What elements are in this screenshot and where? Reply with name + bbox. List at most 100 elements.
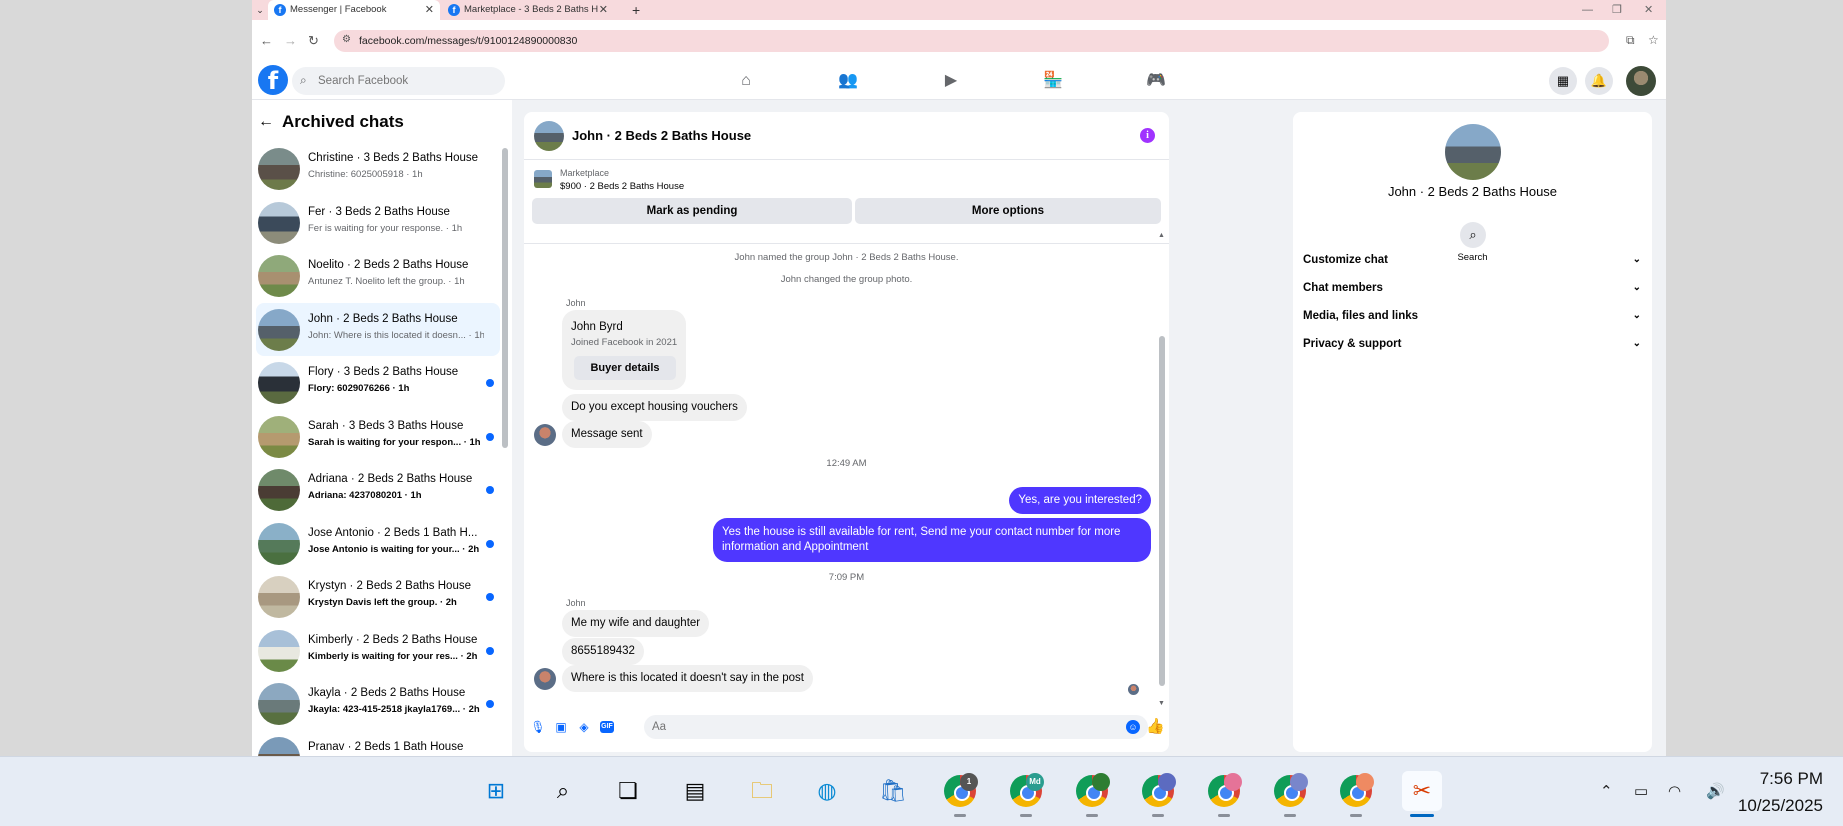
chat-list-item[interactable]: Fer · 3 Beds 2 Baths House Fer is waiting… xyxy=(256,196,500,250)
search-in-conversation-icon[interactable]: ⌕ xyxy=(1460,222,1486,248)
battery-icon[interactable]: ▭ xyxy=(1634,782,1648,800)
conversation-title[interactable]: John · 2 Beds 2 Baths House xyxy=(572,112,751,160)
url-text[interactable]: facebook.com/messages/t/9100124890000830 xyxy=(359,30,577,52)
search-icon[interactable]: ⌕ xyxy=(543,771,583,811)
sticker-icon[interactable]: ◈ xyxy=(576,719,592,735)
windows-start-icon[interactable]: ⊞ xyxy=(476,771,516,811)
chat-list-item[interactable]: Jose Antonio · 2 Beds 1 Bath H... Jose An… xyxy=(256,517,500,571)
microsoft-store-icon[interactable]: 🛍 xyxy=(873,771,913,811)
incoming-message[interactable]: Me my wife and daughter xyxy=(562,610,710,637)
section-privacy-support[interactable]: Privacy & support ⌄ xyxy=(1303,330,1643,358)
tab-search-chevron-icon[interactable]: ⌄ xyxy=(252,0,268,20)
new-tab-button[interactable]: + xyxy=(632,0,640,20)
wifi-icon[interactable]: ◠ xyxy=(1668,782,1681,800)
menu-grid-icon[interactable]: ▦ xyxy=(1549,67,1577,95)
omnibox[interactable]: ⚙ facebook.com/messages/t/91001248900008… xyxy=(334,30,1609,52)
incoming-message[interactable]: Where is this located it doesn't say in … xyxy=(562,665,813,692)
group-photo[interactable] xyxy=(1445,124,1501,180)
bookmark-star-icon[interactable]: ☆ xyxy=(1648,33,1659,47)
volume-icon[interactable]: 🔊 xyxy=(1706,782,1725,800)
section-media-files-links[interactable]: Media, files and links ⌄ xyxy=(1303,302,1643,330)
tab-messenger[interactable]: f Messenger | Facebook ✕ xyxy=(268,0,440,20)
home-icon[interactable]: ⌂ xyxy=(735,70,757,92)
sender-avatar[interactable] xyxy=(534,668,556,690)
listing-title[interactable]: $900 · 2 Beds 2 Baths House xyxy=(560,181,684,192)
chat-list-item[interactable]: Jkayla · 2 Beds 2 Baths House Jkayla: 423… xyxy=(256,677,500,731)
emoji-icon[interactable]: ☺ xyxy=(1126,720,1140,734)
section-customize-chat[interactable]: Customize chat ⌄ xyxy=(1303,246,1643,274)
chrome-profile-4-icon[interactable] xyxy=(1138,771,1178,817)
chat-list-item[interactable]: Pranav · 2 Beds 1 Bath House xyxy=(256,731,500,756)
chrome-profile-2-icon[interactable]: Md xyxy=(1006,771,1046,817)
close-tab-icon[interactable]: ✕ xyxy=(425,0,434,20)
chat-list-item[interactable]: Noelito · 2 Beds 2 Baths House Antunez T.… xyxy=(256,249,500,303)
scroll-up-icon[interactable]: ▲ xyxy=(1158,232,1165,239)
chat-list-scrollbar[interactable] xyxy=(502,136,508,454)
widgets-icon[interactable]: ▤ xyxy=(675,771,715,811)
scrollbar-thumb[interactable] xyxy=(502,148,508,448)
site-info-icon[interactable]: ⚙ xyxy=(342,34,351,45)
more-options-button[interactable]: More options xyxy=(855,198,1161,224)
install-app-icon[interactable]: ⧉ xyxy=(1626,33,1635,48)
chrome-profile-7-icon[interactable] xyxy=(1336,771,1376,817)
chat-list-item[interactable]: Krystyn · 2 Beds 2 Baths House Krystyn Da… xyxy=(256,570,500,624)
gaming-icon[interactable]: 🎮 xyxy=(1145,70,1167,92)
microphone-icon[interactable]: 🎙 xyxy=(530,719,546,735)
chrome-profile-3-icon[interactable] xyxy=(1072,771,1112,817)
system-clock[interactable]: 7:56 PM 10/25/2025 xyxy=(1738,765,1823,819)
snipping-tool-icon[interactable]: ✂ xyxy=(1402,771,1442,817)
friends-icon[interactable]: 👥 xyxy=(837,70,859,92)
chrome-profile-5-icon[interactable] xyxy=(1204,771,1244,817)
back-arrow-icon[interactable]: ← xyxy=(258,110,274,134)
chrome-profile-1-icon[interactable]: 1 xyxy=(940,771,980,817)
incoming-message[interactable]: 8655189432 xyxy=(562,638,644,665)
chat-avatar xyxy=(258,522,300,565)
address-bar-row: ← → ↻ ⚙ facebook.com/messages/t/91001248… xyxy=(252,20,1666,62)
chat-list-item[interactable]: Flory · 3 Beds 2 Baths House Flory: 60290… xyxy=(256,356,500,410)
video-icon[interactable]: ▶ xyxy=(940,70,962,92)
notifications-icon[interactable]: 🔔 xyxy=(1585,67,1613,95)
incoming-message[interactable]: Do you except housing vouchers xyxy=(562,394,747,421)
profile-avatar[interactable] xyxy=(1626,66,1656,96)
message-field[interactable]: ☺ xyxy=(644,715,1148,739)
chat-list-item[interactable]: Christine · 3 Beds 2 Baths House Christin… xyxy=(256,142,500,196)
message-scrollbar[interactable]: ▲ ▼ xyxy=(1158,232,1165,708)
minimize-icon[interactable]: — xyxy=(1582,0,1593,20)
search-input[interactable] xyxy=(318,67,498,95)
section-chat-members[interactable]: Chat members ⌄ xyxy=(1303,274,1643,302)
scrollbar-thumb[interactable] xyxy=(1159,336,1165,686)
gif-icon[interactable]: GIF xyxy=(600,721,614,733)
listing-thumbnail[interactable] xyxy=(534,170,552,188)
back-icon[interactable]: ← xyxy=(260,20,273,62)
incoming-message[interactable]: Message sent xyxy=(562,421,652,448)
close-tab-icon[interactable]: ✕ xyxy=(599,0,608,20)
conversation-avatar[interactable] xyxy=(534,121,564,151)
mark-as-pending-button[interactable]: Mark as pending xyxy=(532,198,852,224)
reload-icon[interactable]: ↻ xyxy=(308,20,319,62)
chat-list-item[interactable]: Kimberly · 2 Beds 2 Baths House Kimberly … xyxy=(256,624,500,678)
facebook-logo[interactable]: f xyxy=(258,65,288,95)
attach-image-icon[interactable]: ▣ xyxy=(553,719,569,735)
close-window-icon[interactable]: ✕ xyxy=(1644,0,1653,20)
outgoing-message[interactable]: Yes the house is still available for ren… xyxy=(713,518,1151,562)
chat-list-item[interactable]: Adriana · 2 Beds 2 Baths House Adriana: 4… xyxy=(256,463,500,517)
thumbs-up-icon[interactable]: 👍 xyxy=(1146,717,1165,735)
task-view-icon[interactable]: ❏ xyxy=(608,771,648,811)
sender-avatar[interactable] xyxy=(534,424,556,446)
chat-list-item[interactable]: John · 2 Beds 2 Baths House John: Where i… xyxy=(256,302,500,356)
facebook-search[interactable]: ⌕ xyxy=(292,67,505,95)
show-hidden-icons-chevron-icon[interactable]: ⌃ xyxy=(1600,782,1613,800)
info-icon[interactable]: i xyxy=(1140,128,1155,143)
buyer-details-button[interactable]: Buyer details xyxy=(574,356,676,380)
outgoing-message[interactable]: Yes, are you interested? xyxy=(1009,487,1151,514)
chrome-profile-6-icon[interactable] xyxy=(1270,771,1310,817)
edge-icon[interactable]: ◍ xyxy=(807,771,847,811)
message-input[interactable] xyxy=(652,715,1112,739)
tab-marketplace[interactable]: f Marketplace - 3 Beds 2 Baths H ✕ xyxy=(442,0,614,20)
chat-list-item[interactable]: Sarah · 3 Beds 3 Baths House Sarah is wai… xyxy=(256,410,500,464)
file-explorer-icon[interactable]: 🗀 xyxy=(742,771,782,811)
restore-icon[interactable]: ❐ xyxy=(1612,0,1622,20)
chat-preview: Flory: 6029076266 · 1h xyxy=(308,383,410,394)
forward-icon[interactable]: → xyxy=(284,20,297,62)
marketplace-icon[interactable]: 🏪 xyxy=(1042,70,1064,92)
